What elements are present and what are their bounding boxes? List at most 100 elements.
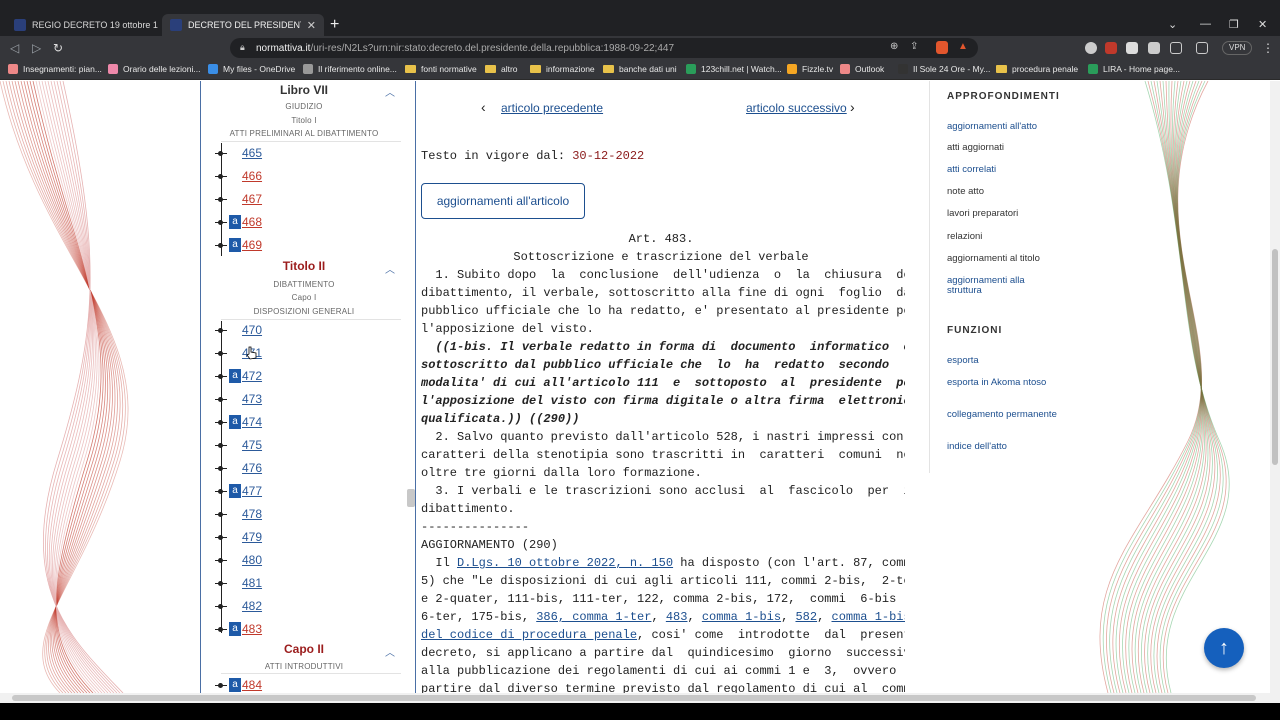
index-article-470[interactable]: 470 — [215, 321, 262, 339]
close-tab-icon[interactable]: ✕ — [301, 19, 316, 32]
article-number-link[interactable]: 466 — [242, 169, 262, 183]
bookmark-item[interactable]: banche dati uni — [603, 64, 677, 74]
bookmark-item[interactable]: Fizzle.tv — [787, 64, 833, 74]
share-icon[interactable]: ⇪ — [910, 41, 918, 52]
index-article-479[interactable]: 479 — [215, 528, 262, 546]
article-updates-button[interactable]: aggiornamenti all'articolo — [421, 183, 585, 219]
next-article-link[interactable]: articolo successivo — [746, 101, 847, 115]
titolo-2-title[interactable]: Titolo II — [201, 259, 407, 273]
forward-icon[interactable]: ▷ — [32, 41, 41, 55]
index-article-475[interactable]: 475 — [215, 436, 262, 454]
brave-shield-icon[interactable] — [936, 41, 948, 54]
bookmark-item[interactable]: My files - OneDrive — [208, 64, 295, 74]
article-number-link[interactable]: 476 — [242, 461, 262, 475]
function-link[interactable]: esporta in Akoma ntoso — [947, 378, 1057, 388]
reader-icon[interactable] — [1126, 42, 1138, 54]
vpn-button[interactable]: VPN — [1222, 41, 1253, 55]
minimize-icon[interactable]: — — [1200, 18, 1211, 30]
sidebar-link[interactable]: aggiornamenti alla struttura — [947, 276, 1057, 296]
maximize-icon[interactable]: ❐ — [1229, 18, 1239, 31]
index-article-476[interactable]: 476 — [215, 459, 262, 477]
scroll-to-top-button[interactable]: ↑ — [1204, 628, 1244, 668]
article-number-link[interactable]: 465 — [242, 146, 262, 160]
index-article-469[interactable]: a 469 — [215, 236, 262, 254]
wallet-icon[interactable] — [1196, 42, 1208, 54]
collapse-chevron-icon[interactable]: ︿ — [385, 644, 395, 659]
bookmark-item[interactable]: informazione — [530, 64, 595, 74]
index-article-466[interactable]: 466 — [215, 167, 262, 185]
article-number-link[interactable]: 474 — [242, 415, 262, 429]
bookmark-item[interactable]: altro — [485, 64, 518, 74]
capo-2-title[interactable]: Capo II — [201, 642, 407, 656]
sidebar-link[interactable]: atti aggiornati — [947, 143, 1057, 153]
close-window-icon[interactable]: ✕ — [1258, 18, 1267, 31]
bookmark-item[interactable]: fonti normative — [405, 64, 477, 74]
zoom-icon[interactable]: ⊕ — [890, 41, 898, 52]
article-number-link[interactable]: 480 — [242, 553, 262, 567]
function-link[interactable]: collegamento permanente — [947, 410, 1057, 420]
comma-1bis-link[interactable]: comma 1-bis, — [832, 610, 906, 624]
index-article-465[interactable]: 465 — [215, 144, 262, 162]
bookmark-item[interactable]: 123chill.net | Watch... — [686, 64, 782, 74]
sidebar-link[interactable]: relazioni — [947, 232, 1057, 242]
rewards-icon[interactable]: ▲ — [958, 41, 968, 52]
index-article-467[interactable]: 467 — [215, 190, 262, 208]
tab-regio-decreto[interactable]: REGIO DECRETO 19 ottobre 1930, n. 1 — [6, 14, 158, 36]
libro-title[interactable]: Libro VII — [201, 83, 407, 97]
article-number-link[interactable]: 473 — [242, 392, 262, 406]
article-number-link[interactable]: 477 — [242, 484, 262, 498]
art-582-link[interactable]: 582 — [795, 610, 817, 624]
sidebar-icon[interactable] — [1170, 42, 1182, 54]
scroll-thumb[interactable] — [1272, 249, 1278, 465]
previous-article-link[interactable]: articolo precedente — [501, 101, 603, 115]
sidebar-link[interactable]: atti correlati — [947, 165, 1057, 175]
article-number-link[interactable]: 469 — [242, 238, 262, 252]
adblock-icon[interactable] — [1105, 42, 1117, 54]
article-number-link[interactable]: 483 — [242, 622, 262, 636]
index-article-478[interactable]: 478 — [215, 505, 262, 523]
bookmark-item[interactable]: Il Sole 24 Ore - My... — [898, 64, 990, 74]
index-article-483[interactable]: a 483 — [215, 620, 262, 638]
article-number-link[interactable]: 470 — [242, 323, 262, 337]
sidebar-link[interactable]: aggiornamenti al titolo — [947, 254, 1057, 264]
sidebar-link[interactable]: aggiornamenti all'atto — [947, 122, 1057, 132]
back-icon[interactable]: ◁ — [10, 41, 19, 55]
sidebar-link[interactable]: lavori preparatori — [947, 209, 1057, 219]
scroll-thumb[interactable] — [12, 695, 1256, 701]
article-number-link[interactable]: 468 — [242, 215, 262, 229]
extension-icon[interactable] — [1085, 42, 1097, 54]
collapse-chevron-icon[interactable]: ︿ — [385, 84, 395, 99]
index-article-482[interactable]: 482 — [215, 597, 262, 615]
bookmark-item[interactable]: LIRA - Home page... — [1088, 64, 1180, 74]
bookmark-item[interactable]: Il riferimento online... — [303, 64, 397, 74]
new-tab-icon[interactable]: + — [330, 17, 339, 33]
page-horizontal-scrollbar[interactable] — [0, 693, 1280, 703]
bookmark-item[interactable]: procedura penale — [996, 64, 1078, 74]
bookmark-item[interactable]: Insegnamenti: pian... — [8, 64, 102, 74]
collapse-chevron-icon[interactable]: ︿ — [385, 261, 395, 276]
article-number-link[interactable]: 472 — [242, 369, 262, 383]
bookmark-item[interactable]: Outlook — [840, 64, 884, 74]
cpp-link[interactable]: del codice di procedura penale — [421, 628, 637, 642]
art-483-link[interactable]: 483 — [666, 610, 688, 624]
sidebar-link[interactable]: note atto — [947, 187, 1057, 197]
index-article-477[interactable]: a 477 — [215, 482, 262, 500]
index-article-480[interactable]: 480 — [215, 551, 262, 569]
function-link[interactable]: esporta — [947, 356, 1057, 366]
article-number-link[interactable]: 484 — [242, 678, 262, 692]
chevron-left-icon[interactable]: ‹ — [481, 99, 486, 115]
puzzle-icon[interactable] — [1148, 42, 1160, 54]
page-vertical-scrollbar[interactable] — [1270, 81, 1280, 693]
index-scrollbar[interactable] — [407, 489, 415, 507]
index-article-472[interactable]: a 472 — [215, 367, 262, 385]
bookmark-item[interactable]: Orario delle lezioni... — [108, 64, 200, 74]
chevron-right-icon[interactable]: › — [850, 99, 855, 115]
index-article-474[interactable]: a 474 — [215, 413, 262, 431]
menu-icon[interactable]: ⋮ — [1262, 41, 1274, 55]
function-link[interactable]: indice dell'atto — [947, 442, 1057, 452]
reload-icon[interactable]: ↻ — [53, 41, 63, 55]
dlgs-link[interactable]: D.Lgs. 10 ottobre 2022, n. 150 — [457, 556, 673, 570]
index-article-481[interactable]: 481 — [215, 574, 262, 592]
index-article-484[interactable]: a 484 — [215, 676, 262, 693]
art-386-link[interactable]: 386, comma 1-ter — [536, 610, 651, 624]
